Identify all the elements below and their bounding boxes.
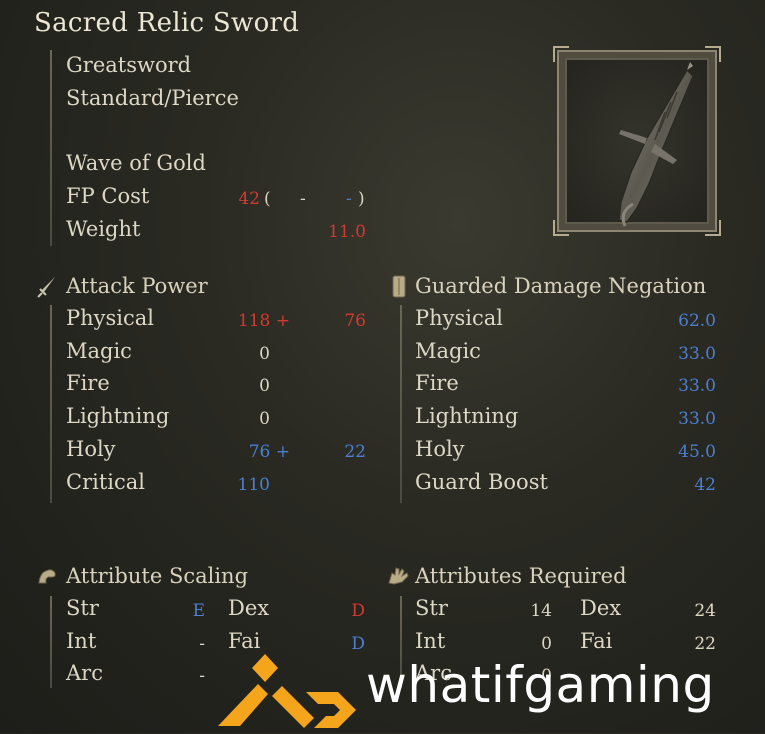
gdn-label: Holy <box>415 437 465 461</box>
info-rule <box>50 50 52 246</box>
ap-base: 0 <box>259 409 270 429</box>
scaling-attr: Int <box>66 629 97 653</box>
required-value: 24 <box>694 601 716 621</box>
ap-bonus: 76 <box>344 311 366 331</box>
scaling-header: Attribute Scaling <box>66 564 249 588</box>
scaling-grade: E <box>192 601 205 621</box>
fp-dash-2: - <box>346 189 352 209</box>
ap-label: Holy <box>66 437 116 461</box>
sword-icon <box>37 277 55 298</box>
fp-paren-open: ( <box>264 189 271 209</box>
item-name: Sacred Relic Sword <box>34 8 300 38</box>
frame-corner-tl <box>553 46 569 62</box>
hand-icon <box>388 567 409 585</box>
shield-icon <box>392 275 406 298</box>
required-attr: Dex <box>580 596 622 620</box>
ap-base: 0 <box>259 344 270 364</box>
scaling-rule <box>50 596 52 688</box>
gdn-label: Fire <box>415 371 459 395</box>
weight-value: 11.0 <box>328 222 366 242</box>
gdn-value: 42 <box>694 475 716 495</box>
frame-corner-bl <box>553 220 569 236</box>
required-attr: Fai <box>580 629 613 653</box>
attack-power-header: Attack Power <box>66 274 208 298</box>
ap-label: Fire <box>66 371 110 395</box>
attack-power-rule <box>50 305 52 503</box>
gdn-value: 45.0 <box>678 442 716 462</box>
scaling-grade: - <box>199 634 205 654</box>
guarded-header: Guarded Damage Negation <box>415 274 707 298</box>
ap-label: Critical <box>66 470 145 494</box>
watermark-brand: whatifgaming <box>366 656 715 714</box>
guarded-rule <box>400 305 402 503</box>
required-header: Attributes Required <box>415 564 627 588</box>
required-value: 14 <box>530 601 552 621</box>
fp-cost-label: FP Cost <box>66 184 150 208</box>
gdn-label: Magic <box>415 339 481 363</box>
fp-cost-value: 42 <box>238 189 260 209</box>
gdn-label: Lightning <box>415 404 519 428</box>
required-attr: Str <box>415 596 448 620</box>
required-attr: Int <box>415 629 446 653</box>
fp-paren-close: ) <box>358 189 365 209</box>
ap-label: Lightning <box>66 404 170 428</box>
gdn-value: 62.0 <box>678 311 716 331</box>
gdn-value: 33.0 <box>678 344 716 364</box>
ap-base: 110 <box>237 475 270 495</box>
weapon-image-frame <box>553 46 721 236</box>
frame-corner-br <box>705 220 721 236</box>
gdn-label: Guard Boost <box>415 470 548 494</box>
skill-name: Wave of Gold <box>66 151 206 175</box>
frame-corner-tr <box>705 46 721 62</box>
scaling-attr: Arc <box>66 661 103 685</box>
ap-label: Physical <box>66 306 155 330</box>
greatsword-image <box>618 62 694 227</box>
ap-base: 76 + <box>248 442 290 462</box>
scaling-attr: Str <box>66 596 99 620</box>
fp-dash-1: - <box>300 189 306 209</box>
ap-label: Magic <box>66 339 132 363</box>
weapon-type: Greatsword <box>66 53 192 77</box>
ap-base: 0 <box>259 376 270 396</box>
required-value: 0 <box>541 634 552 654</box>
scaling-grade: D <box>351 601 365 621</box>
required-value: 22 <box>694 634 716 654</box>
gdn-value: 33.0 <box>678 376 716 396</box>
ap-bonus: 22 <box>344 442 366 462</box>
ap-base: 118 + <box>237 311 290 331</box>
scaling-grade: - <box>199 666 205 686</box>
gdn-value: 33.0 <box>678 409 716 429</box>
arm-icon <box>38 569 56 584</box>
scaling-attr: Dex <box>228 596 270 620</box>
attack-type: Standard/Pierce <box>66 86 239 110</box>
gdn-label: Physical <box>415 306 504 330</box>
weight-label: Weight <box>66 217 141 241</box>
watermark-logo-icon <box>218 654 356 728</box>
